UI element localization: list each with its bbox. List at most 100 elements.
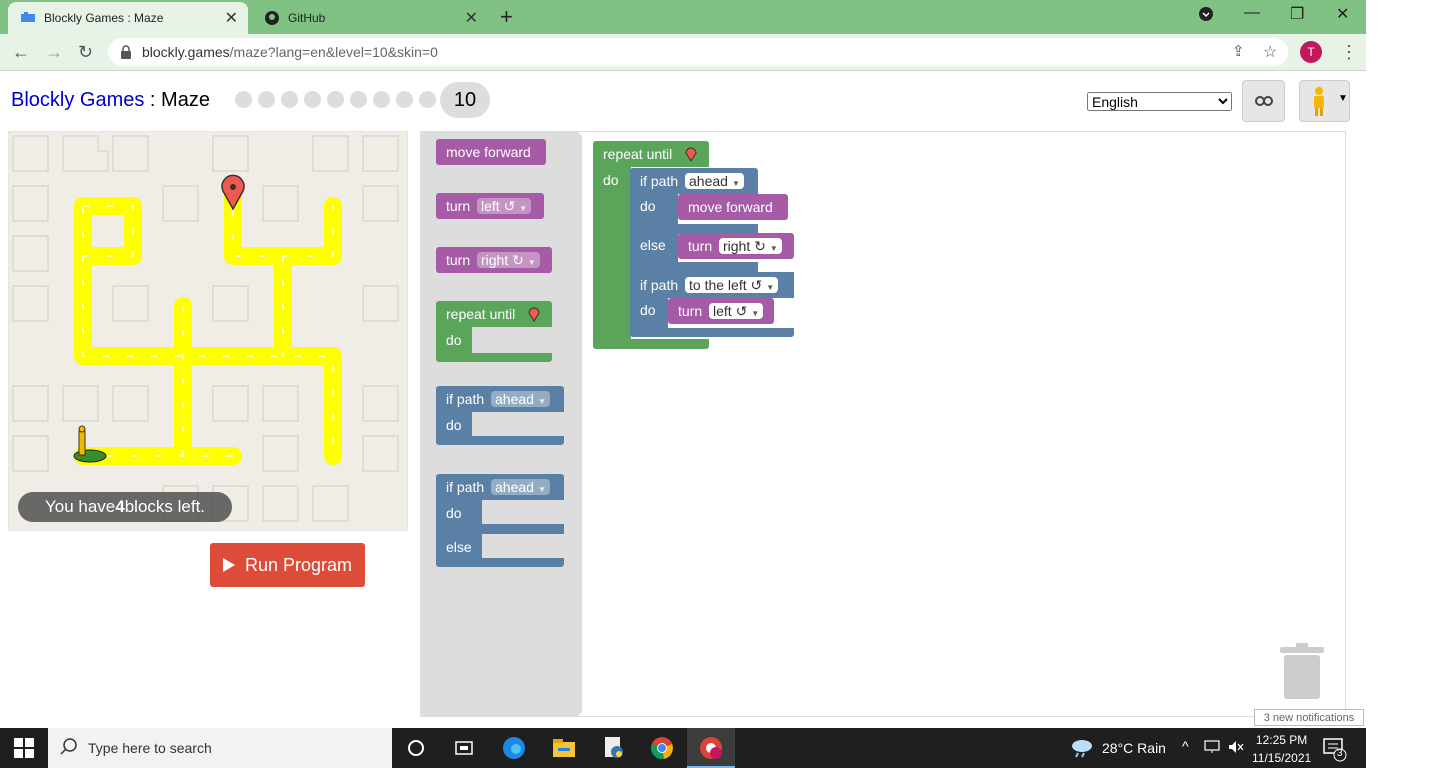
task-view-icon[interactable] — [454, 736, 478, 760]
block-footer — [436, 436, 564, 445]
dropdown-arrow-icon: ▼ — [537, 485, 546, 494]
bookmark-star-icon[interactable]: ☆ — [1263, 42, 1277, 62]
run-program-label: Run Program — [244, 554, 353, 575]
page-title: Blockly Games : Maze — [11, 89, 210, 112]
level-9-dot[interactable] — [419, 91, 436, 108]
toolbox-repeat-until-block[interactable]: repeat until do — [436, 301, 552, 362]
url-text[interactable]: blockly.games/maze?lang=en&level=10&skin… — [142, 44, 438, 60]
share-icon[interactable]: ⇪ — [1232, 42, 1245, 60]
program-turn-left-block[interactable]: turn left ↺ ▼ — [668, 298, 774, 324]
block-label: do — [446, 417, 462, 433]
block-label: else — [640, 237, 666, 253]
direction-dropdown[interactable]: right ↻ ▼ — [719, 238, 782, 254]
search-placeholder: Type here to search — [88, 740, 212, 756]
clock-time: 12:25 PM — [1255, 733, 1308, 747]
block-label: repeat until — [446, 306, 516, 322]
lock-icon[interactable] — [120, 45, 132, 64]
toolbox-turn-left-block[interactable]: turn left ↺ ▼ — [436, 193, 544, 219]
blockly-games-link[interactable]: Blockly Games — [11, 89, 144, 111]
direction-dropdown[interactable]: left ↺ ▼ — [709, 303, 764, 319]
weather-text[interactable]: 28°C Rain — [1102, 740, 1166, 756]
close-window-icon[interactable]: ✕ — [1336, 4, 1349, 24]
blocks-left-indicator: You have 4 blocks left. — [18, 492, 232, 522]
dropdown-value: ahead — [495, 479, 534, 495]
direction-dropdown[interactable]: left ↺ ▼ — [477, 198, 532, 214]
dropdown-value: left ↺ — [481, 198, 516, 214]
program-turn-right-block[interactable]: turn right ↻ ▼ — [678, 233, 794, 259]
level-2-dot[interactable] — [258, 91, 275, 108]
block-label: if path — [640, 173, 679, 189]
toolbox-turn-right-block[interactable]: turn right ↻ ▼ — [436, 247, 552, 273]
action-center-icon[interactable]: 3 — [1322, 736, 1348, 767]
show-hidden-icons-icon[interactable]: ^ — [1182, 738, 1189, 754]
forward-icon[interactable]: → — [45, 42, 63, 63]
dropdown-value: right ↻ — [481, 252, 524, 268]
blocks-left-count: 4 — [115, 497, 125, 516]
blocks-left-suffix: blocks left. — [124, 497, 206, 516]
toolbox-if-else-path-block[interactable]: if path ahead ▼ do else — [436, 474, 564, 569]
dropdown-value: to the left ↺ — [689, 277, 763, 293]
dropdown-value: left ↺ — [713, 303, 748, 319]
chrome-icon[interactable] — [650, 736, 674, 760]
back-icon[interactable]: ← — [12, 42, 30, 63]
language-select[interactable]: English — [1087, 92, 1232, 111]
direction-dropdown[interactable]: right ↻ ▼ — [477, 252, 540, 268]
level-6-dot[interactable] — [350, 91, 367, 108]
dropdown-arrow-icon: ▼ — [1338, 93, 1348, 104]
windows-start-icon[interactable] — [14, 738, 34, 763]
toolbox-if-path-block[interactable]: if path ahead ▼ do — [436, 386, 564, 446]
search-icon — [60, 738, 78, 761]
trash-can-icon[interactable] — [1280, 643, 1324, 706]
block-label: do — [446, 332, 462, 348]
minimize-icon[interactable]: — — [1244, 4, 1260, 22]
profile-avatar[interactable]: T — [1300, 41, 1322, 63]
level-4-dot[interactable] — [304, 91, 321, 108]
level-3-dot[interactable] — [281, 91, 298, 108]
pegman-icon — [1314, 87, 1324, 116]
python-file-icon[interactable] — [602, 736, 626, 760]
close-tab-icon[interactable]: ✕ — [465, 8, 478, 28]
reload-icon[interactable]: ↻ — [78, 42, 93, 63]
volume-muted-icon[interactable] — [1228, 740, 1244, 759]
menu-kebab-icon[interactable]: ⋮ — [1340, 42, 1358, 63]
link-button[interactable] — [1242, 80, 1285, 122]
file-explorer-icon[interactable] — [552, 736, 576, 760]
tab-search-icon[interactable] — [1198, 6, 1214, 27]
run-program-button[interactable]: Run Program — [210, 543, 365, 587]
clock-date: 11/15/2021 — [1252, 751, 1312, 765]
block-label: else — [446, 539, 472, 555]
level-1-dot[interactable] — [235, 91, 252, 108]
close-tab-icon[interactable]: ✕ — [225, 8, 238, 28]
dropdown-arrow-icon: ▼ — [731, 179, 740, 188]
toolbox-move-forward-block[interactable]: move forward — [436, 139, 546, 165]
cortana-icon[interactable] — [406, 736, 430, 760]
block-label: turn — [678, 303, 703, 319]
path-dropdown[interactable]: to the left ↺ ▼ — [685, 277, 779, 293]
dropdown-value: ahead — [495, 391, 534, 407]
level-7-dot[interactable] — [373, 91, 390, 108]
url-host: blockly.games — [142, 44, 230, 60]
path-dropdown[interactable]: ahead ▼ — [685, 173, 744, 189]
program-move-forward-block[interactable]: move forward — [678, 194, 788, 220]
play-icon — [222, 558, 235, 572]
edge-icon[interactable] — [502, 736, 526, 760]
block-footer — [593, 339, 709, 349]
block-divider — [436, 524, 564, 534]
path-dropdown[interactable]: ahead ▼ — [491, 479, 550, 495]
taskbar-clock[interactable]: 12:25 PM 11/15/2021 — [1252, 731, 1311, 767]
tab-blockly-maze[interactable]: Blockly Games : Maze ✕ — [8, 2, 248, 34]
path-dropdown[interactable]: ahead ▼ — [491, 391, 550, 407]
current-level-badge[interactable]: 10 — [440, 82, 490, 118]
tab-github[interactable]: GitHub ✕ — [252, 2, 488, 34]
level-5-dot[interactable] — [327, 91, 344, 108]
notification-count: 3 — [1337, 748, 1343, 759]
github-icon — [265, 11, 279, 25]
pegman-button[interactable]: ▼ — [1299, 80, 1350, 122]
weather-rain-icon[interactable] — [1070, 738, 1094, 763]
restore-icon[interactable]: ❐ — [1290, 4, 1304, 24]
chrome-profile-taskbar-button[interactable] — [687, 728, 735, 768]
network-icon[interactable] — [1204, 740, 1220, 759]
block-label: do — [640, 198, 656, 214]
level-8-dot[interactable] — [396, 91, 413, 108]
new-tab-icon[interactable]: + — [500, 4, 513, 30]
